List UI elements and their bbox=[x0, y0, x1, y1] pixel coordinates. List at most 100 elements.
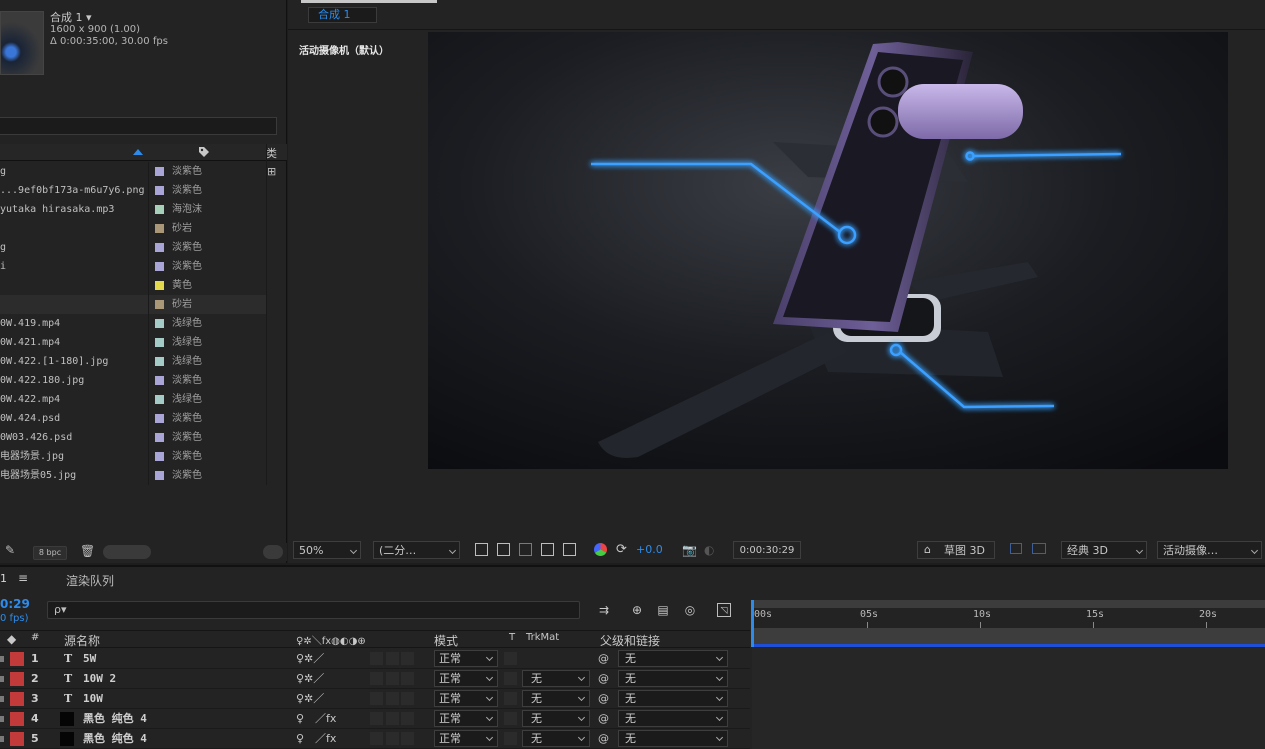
sort-ascending-icon[interactable] bbox=[133, 149, 143, 155]
layer-search-input[interactable]: ρ▾ bbox=[47, 601, 580, 619]
visibility-toggle[interactable] bbox=[0, 736, 4, 742]
label-tag-icon[interactable]: ◆ bbox=[7, 632, 16, 646]
layer-switch-box[interactable] bbox=[401, 652, 414, 665]
label-color-swatch[interactable] bbox=[155, 471, 164, 480]
pick-whip-icon[interactable]: @ bbox=[598, 689, 609, 709]
label-color-swatch[interactable] bbox=[155, 300, 164, 309]
project-item[interactable]: g 淡紫色 bbox=[0, 162, 266, 181]
3d-view-layout-icon[interactable] bbox=[1032, 543, 1046, 554]
preserve-transparency-toggle[interactable] bbox=[504, 732, 517, 745]
layer-switch-box[interactable] bbox=[401, 712, 414, 725]
blend-mode-dropdown[interactable]: 正常 bbox=[434, 730, 498, 747]
trkmat-dropdown[interactable]: 无 bbox=[522, 710, 590, 727]
parent-dropdown[interactable]: 无 bbox=[618, 670, 728, 687]
layer-switches[interactable]: ♀ ／fx bbox=[296, 709, 336, 729]
layer-row[interactable]: 2 T 10W 2 ♀✲／ 正常 无 @ 无 bbox=[0, 669, 750, 689]
label-color-swatch[interactable] bbox=[155, 262, 164, 271]
project-item[interactable]: 电器场景.jpg 淡紫色 bbox=[0, 447, 266, 466]
layer-switch-box[interactable] bbox=[401, 692, 414, 705]
playhead[interactable] bbox=[751, 600, 754, 647]
project-item[interactable]: 黄色 bbox=[0, 276, 266, 295]
parent-dropdown[interactable]: 无 bbox=[618, 730, 728, 747]
exposure-value[interactable]: +0.0 bbox=[636, 541, 663, 559]
parent-dropdown[interactable]: 无 bbox=[618, 690, 728, 707]
label-color-swatch[interactable] bbox=[10, 732, 24, 746]
project-item[interactable]: ...9ef0bf173a-m6u7y6.png 淡紫色 bbox=[0, 181, 266, 200]
parent-dropdown[interactable]: 无 bbox=[618, 710, 728, 727]
label-color-swatch[interactable] bbox=[155, 452, 164, 461]
camera-snapshot-icon[interactable]: 📷 bbox=[682, 543, 697, 557]
layer-switches[interactable]: ♀ ／fx bbox=[296, 729, 336, 749]
reset-exposure-icon[interactable]: ⟳ bbox=[616, 542, 627, 557]
project-item[interactable]: yutaka hirasaka.mp3 海泡沫 bbox=[0, 200, 266, 219]
layer-row[interactable]: 5 黑色 纯色 4 ♀ ／fx 正常 无 @ 无 bbox=[0, 729, 750, 749]
region-of-interest-icon[interactable] bbox=[541, 543, 554, 556]
layer-name[interactable]: 10W bbox=[83, 689, 103, 709]
guides-grid-icon[interactable] bbox=[563, 543, 576, 556]
project-item[interactable]: i 淡紫色 bbox=[0, 257, 266, 276]
preserve-transparency-toggle[interactable] bbox=[504, 692, 517, 705]
col-source-name[interactable]: 源名称 bbox=[64, 632, 100, 649]
preserve-transparency-toggle[interactable] bbox=[504, 672, 517, 685]
label-color-swatch[interactable] bbox=[10, 652, 24, 666]
transparency-grid-icon[interactable] bbox=[497, 543, 510, 556]
project-item[interactable]: 0W.421.mp4 浅绿色 bbox=[0, 333, 266, 352]
snapshot-region-icon[interactable] bbox=[475, 543, 488, 556]
layer-switch-box[interactable] bbox=[386, 652, 399, 665]
motion-blur-icon[interactable]: ◎ bbox=[683, 603, 697, 617]
layer-switch-box[interactable] bbox=[401, 732, 414, 745]
layer-row[interactable]: 1 T 5W ♀✲／ 正常 @ 无 bbox=[0, 649, 750, 669]
composition-canvas[interactable] bbox=[428, 32, 1228, 469]
project-item[interactable]: 0W03.426.psd 淡紫色 bbox=[0, 428, 266, 447]
visibility-toggle[interactable] bbox=[0, 716, 4, 722]
trkmat-dropdown[interactable]: 无 bbox=[522, 670, 590, 687]
layer-switch-box[interactable] bbox=[386, 712, 399, 725]
visibility-toggle[interactable] bbox=[0, 696, 4, 702]
layer-switches[interactable]: ♀✲／ bbox=[296, 689, 324, 709]
layer-switch-box[interactable] bbox=[386, 692, 399, 705]
blend-mode-dropdown[interactable]: 正常 bbox=[434, 710, 498, 727]
frame-blending-icon[interactable]: ▤ bbox=[656, 603, 670, 617]
label-color-swatch[interactable] bbox=[155, 243, 164, 252]
layer-row[interactable]: 3 T 10W ♀✲／ 正常 无 @ 无 bbox=[0, 689, 750, 709]
layer-switches[interactable]: ♀✲／ bbox=[296, 669, 324, 689]
preserve-transparency-toggle[interactable] bbox=[504, 652, 517, 665]
panel-menu-icon[interactable]: ≡ bbox=[18, 571, 28, 585]
zoom-dropdown[interactable]: 50% bbox=[293, 541, 361, 559]
project-item[interactable]: 0W.419.mp4 浅绿色 bbox=[0, 314, 266, 333]
pick-whip-icon[interactable]: @ bbox=[598, 709, 609, 729]
pick-whip-icon[interactable]: @ bbox=[598, 729, 609, 749]
label-color-swatch[interactable] bbox=[155, 186, 164, 195]
project-scrollbar[interactable] bbox=[103, 545, 151, 559]
label-color-swatch[interactable] bbox=[155, 433, 164, 442]
pick-whip-icon[interactable]: @ bbox=[598, 669, 609, 689]
layer-switch-box[interactable] bbox=[370, 732, 383, 745]
work-area-range[interactable] bbox=[752, 644, 1265, 647]
trkmat-dropdown[interactable]: 无 bbox=[522, 690, 590, 707]
project-item[interactable]: 0W.422.180.jpg 淡紫色 bbox=[0, 371, 266, 390]
label-color-swatch[interactable] bbox=[10, 692, 24, 706]
renderer-dropdown[interactable]: 经典 3D bbox=[1061, 541, 1147, 559]
show-snapshot-icon[interactable]: ◐ bbox=[704, 543, 714, 557]
comp-name[interactable]: 合成 1 ▾ bbox=[50, 9, 92, 25]
layer-switch-box[interactable] bbox=[370, 692, 383, 705]
shy-layers-icon[interactable]: ⊕ bbox=[630, 603, 644, 617]
label-color-swatch[interactable] bbox=[10, 712, 24, 726]
layer-switch-box[interactable] bbox=[386, 732, 399, 745]
label-color-swatch[interactable] bbox=[155, 338, 164, 347]
label-tag-icon[interactable] bbox=[198, 146, 210, 158]
type-column-header[interactable]: 类 bbox=[266, 145, 277, 161]
mask-path-icon[interactable] bbox=[519, 543, 532, 556]
project-item[interactable]: g 淡紫色 bbox=[0, 238, 266, 257]
tab-composition[interactable]: 合成 1 bbox=[308, 7, 377, 23]
camera-view-dropdown[interactable]: 活动摄像… bbox=[1157, 541, 1262, 559]
interpret-footage-icon[interactable]: ✎ bbox=[5, 543, 15, 557]
visibility-toggle[interactable] bbox=[0, 656, 4, 662]
project-item[interactable]: 0W.424.psd 淡紫色 bbox=[0, 409, 266, 428]
work-area-bar[interactable] bbox=[752, 628, 1265, 644]
layer-row[interactable]: 4 黑色 纯色 4 ♀ ／fx 正常 无 @ 无 bbox=[0, 709, 750, 729]
label-color-swatch[interactable] bbox=[155, 224, 164, 233]
visibility-toggle[interactable] bbox=[0, 676, 4, 682]
label-color-swatch[interactable] bbox=[155, 376, 164, 385]
blend-mode-dropdown[interactable]: 正常 bbox=[434, 690, 498, 707]
